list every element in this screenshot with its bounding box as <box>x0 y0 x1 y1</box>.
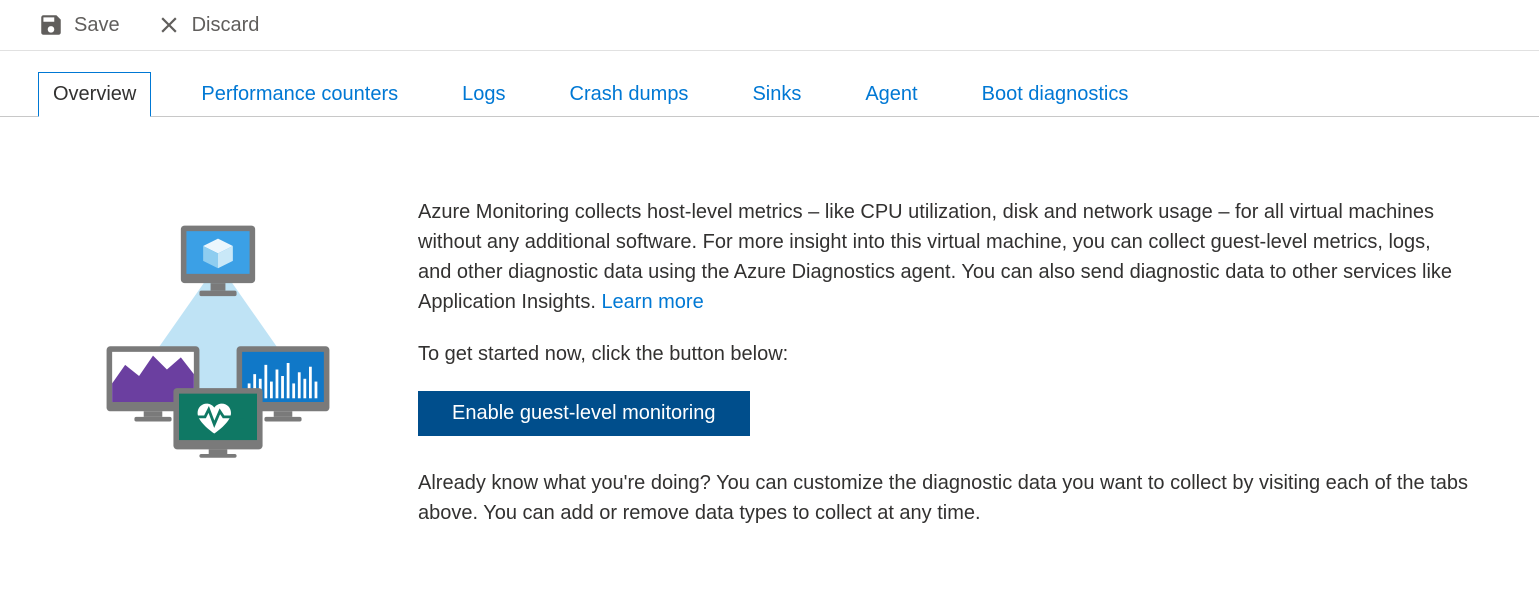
description-paragraph: Azure Monitoring collects host-level met… <box>418 197 1468 317</box>
monitoring-illustration <box>38 197 348 473</box>
tab-logs[interactable]: Logs <box>448 73 519 116</box>
tab-overview[interactable]: Overview <box>38 72 151 117</box>
tab-sinks[interactable]: Sinks <box>738 73 815 116</box>
discard-label: Discard <box>192 14 260 37</box>
save-label: Save <box>74 14 120 37</box>
tabs-bar: Overview Performance counters Logs Crash… <box>0 71 1539 117</box>
discard-button[interactable]: Discard <box>156 12 260 38</box>
overview-text: Azure Monitoring collects host-level met… <box>418 197 1468 550</box>
save-icon <box>38 12 64 38</box>
get-started-text: To get started now, click the button bel… <box>418 339 1468 369</box>
save-button[interactable]: Save <box>38 12 120 38</box>
description-text: Azure Monitoring collects host-level met… <box>418 201 1452 313</box>
toolbar: Save Discard <box>0 0 1539 51</box>
enable-guest-monitoring-button[interactable]: Enable guest-level monitoring <box>418 391 750 436</box>
customize-text: Already know what you're doing? You can … <box>418 468 1468 528</box>
tab-boot-diagnostics[interactable]: Boot diagnostics <box>968 73 1143 116</box>
learn-more-link[interactable]: Learn more <box>601 291 703 313</box>
close-icon <box>156 12 182 38</box>
tab-crash-dumps[interactable]: Crash dumps <box>556 73 703 116</box>
tab-agent[interactable]: Agent <box>851 73 931 116</box>
content-area: Azure Monitoring collects host-level met… <box>0 117 1539 570</box>
tab-performance-counters[interactable]: Performance counters <box>187 73 412 116</box>
